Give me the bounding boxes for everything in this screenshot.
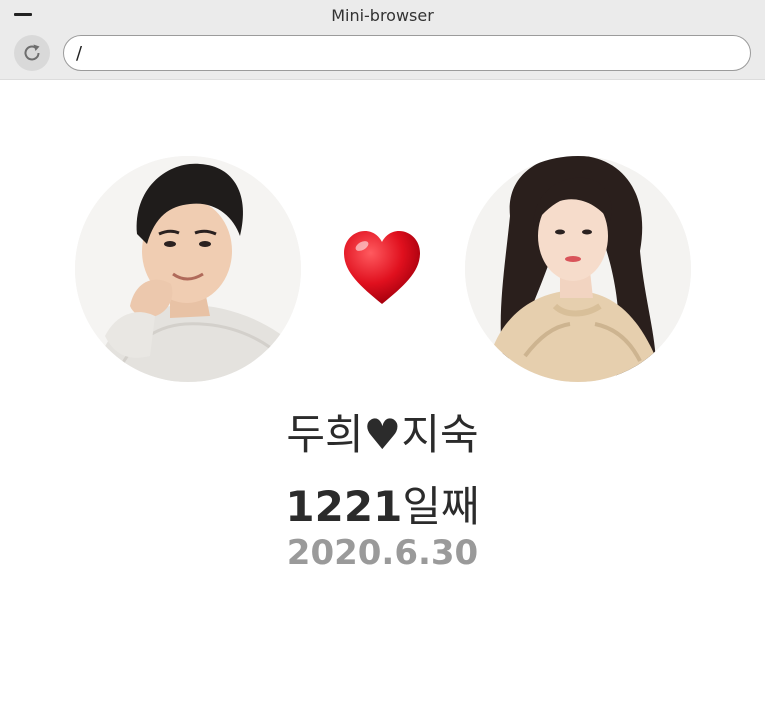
page-content: 두희♥지숙 1221일째 2020.6.30 <box>0 81 765 705</box>
heart-emoji <box>344 231 420 304</box>
avatar-left <box>75 156 301 382</box>
window-title: Mini-browser <box>331 6 434 25</box>
browser-toolbar: Mini-browser / <box>0 0 765 80</box>
woman-portrait <box>465 156 691 382</box>
day-count-number: 1221 <box>285 482 403 531</box>
man-portrait <box>75 156 301 382</box>
day-count-suffix: 일째 <box>402 482 480 531</box>
title-bar: Mini-browser <box>0 0 765 32</box>
avatar-right <box>465 156 691 382</box>
day-counter: 1221일째 <box>0 473 765 534</box>
reload-icon <box>24 44 40 61</box>
url-input[interactable]: / <box>63 35 751 71</box>
start-date: 2020.6.30 <box>286 533 479 573</box>
browser-window: Mini-browser / 두희♥지숙 1221일째 2020.6.30 <box>0 0 765 705</box>
couple-names: 두희♥지숙 <box>286 410 479 459</box>
reload-button[interactable] <box>14 35 50 71</box>
url-text: / <box>76 42 83 64</box>
